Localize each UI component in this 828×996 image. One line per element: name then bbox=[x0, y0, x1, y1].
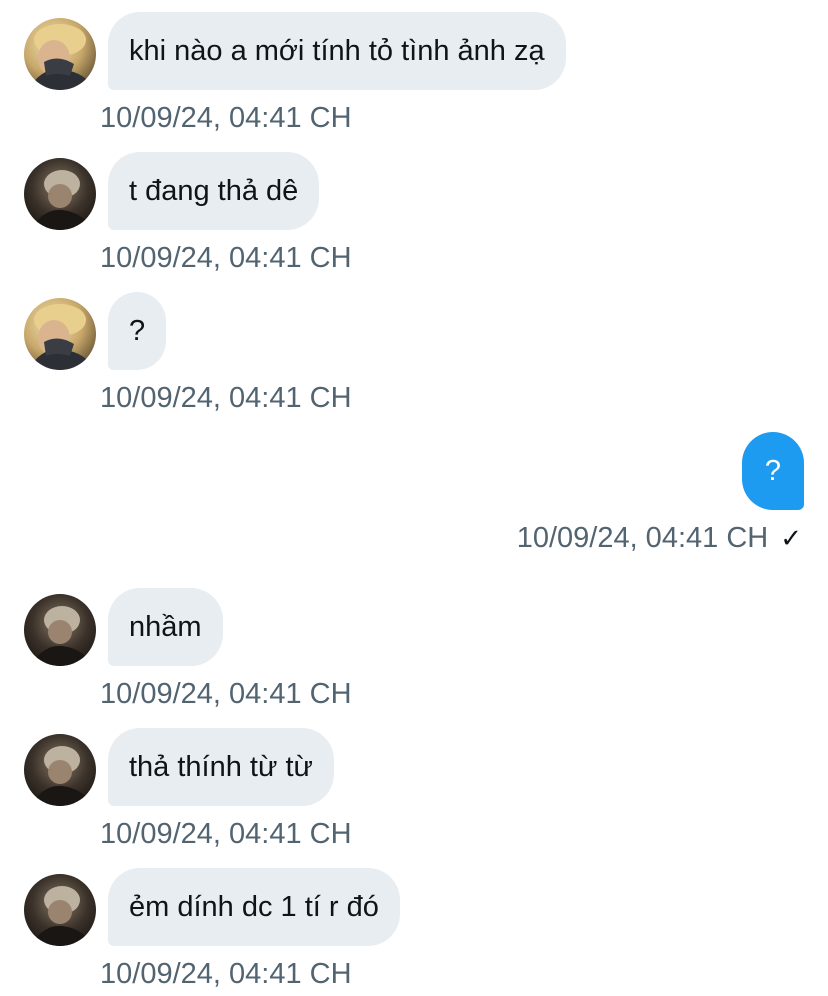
message-timestamp: 10/09/24, 04:41 CH bbox=[100, 242, 352, 274]
blonde-person-avatar[interactable] bbox=[24, 18, 96, 90]
message-timestamp: 10/09/24, 04:41 CH bbox=[100, 102, 352, 134]
message-bubble[interactable]: khi nào a mới tính tỏ tình ảnh zạ bbox=[108, 12, 566, 90]
timestamp-text: 10/09/24, 04:41 CH bbox=[516, 522, 769, 554]
message-timestamp: 10/09/24, 04:41 CH bbox=[100, 958, 352, 990]
message-bubble[interactable]: ẻm dính dc 1 tí r đó bbox=[108, 868, 400, 946]
check-icon: ✓ bbox=[780, 523, 802, 553]
message-bubble[interactable]: ? bbox=[108, 292, 167, 370]
dm-conversation: khi nào a mới tính tỏ tình ảnh zạ 10/09/… bbox=[0, 0, 828, 996]
dark-person-avatar[interactable] bbox=[24, 874, 96, 946]
message-bubble[interactable]: t đang thả dê bbox=[108, 152, 320, 230]
message-timestamp: 10/09/24, 04:41 CH bbox=[100, 818, 352, 850]
sent-message-bubble[interactable]: ? bbox=[741, 432, 804, 510]
dark-person-avatar[interactable] bbox=[24, 594, 96, 666]
blonde-person-avatar[interactable] bbox=[24, 298, 96, 370]
message-bubble[interactable]: nhầm bbox=[108, 588, 223, 666]
message-timestamp: 10/09/24, 04:41 CH ✓ bbox=[517, 521, 802, 555]
dark-person-avatar[interactable] bbox=[24, 734, 96, 806]
dark-person-avatar[interactable] bbox=[24, 158, 96, 230]
message-timestamp: 10/09/24, 04:41 CH bbox=[100, 678, 352, 710]
message-bubble[interactable]: thả thính từ từ bbox=[108, 728, 334, 806]
message-timestamp: 10/09/24, 04:41 CH bbox=[100, 382, 352, 414]
